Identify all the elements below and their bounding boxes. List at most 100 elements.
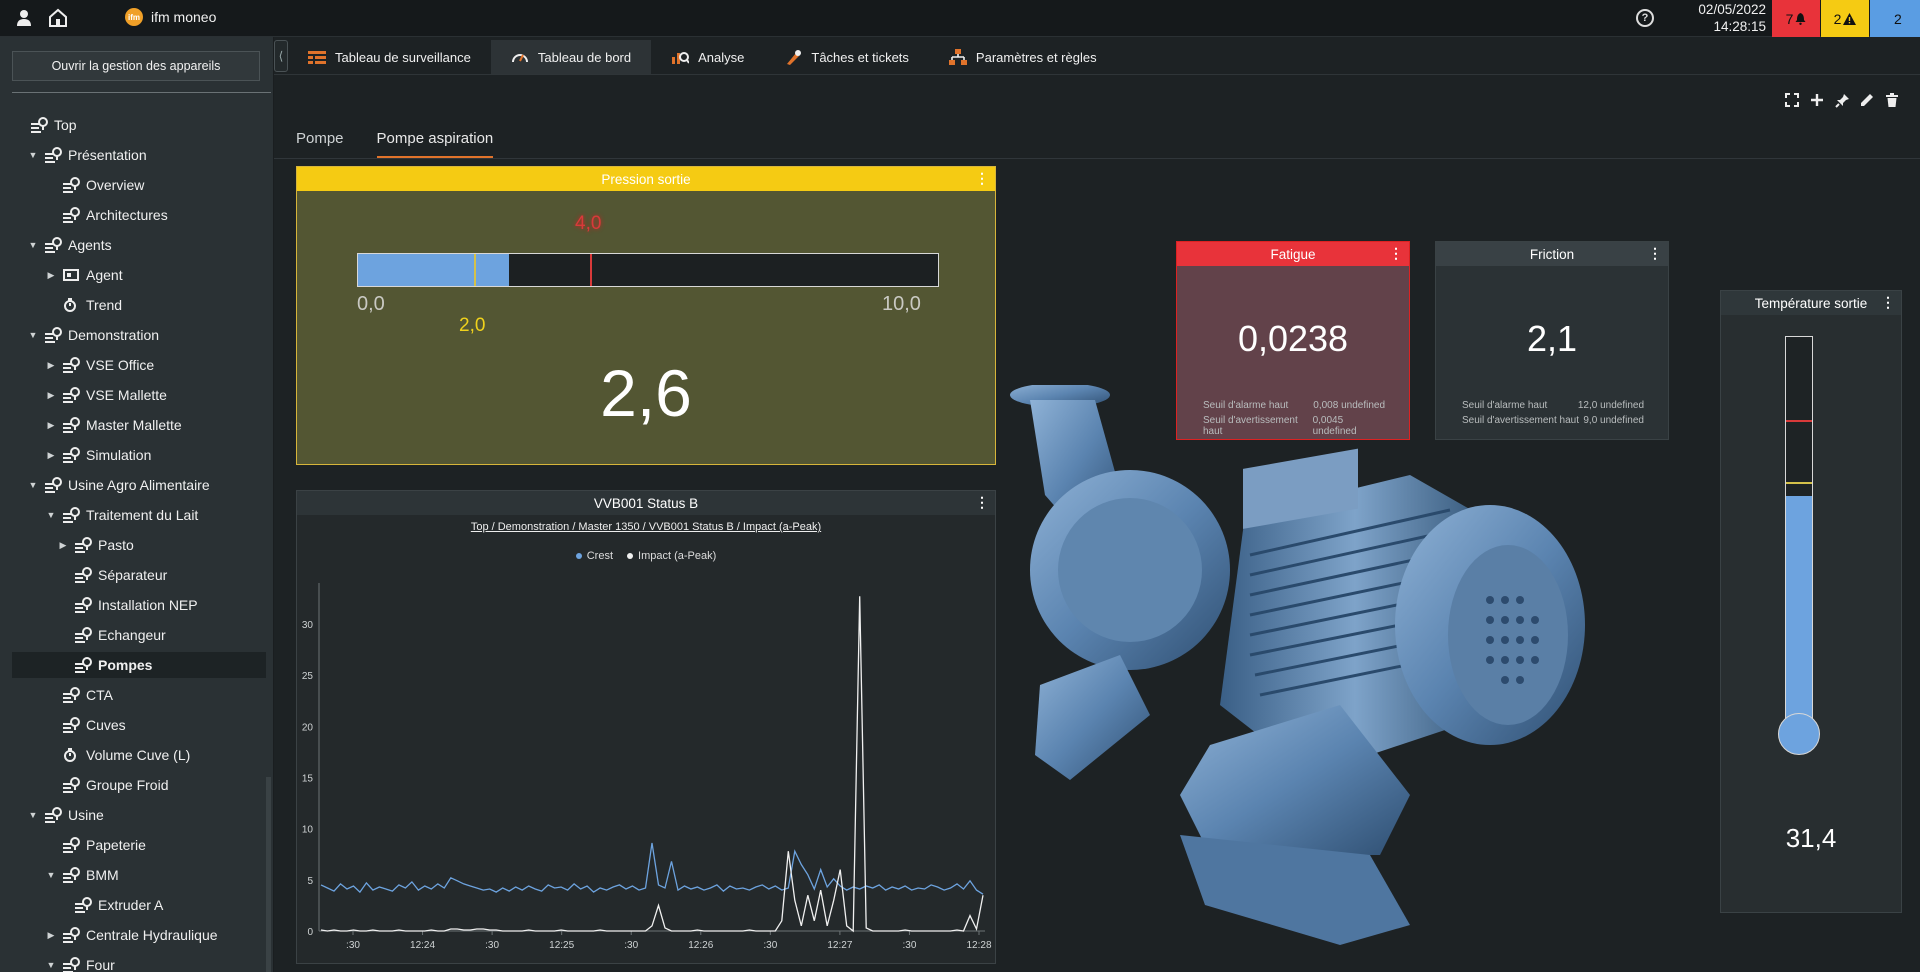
tree-item[interactable]: Volume Cuve (L)	[0, 742, 190, 768]
tree-item[interactable]: ▼ Traitement du Lait	[0, 502, 198, 528]
tree-item[interactable]: CTA	[0, 682, 113, 708]
tree-item[interactable]: ▼ Usine Agro Alimentaire	[0, 472, 210, 498]
subtab-2[interactable]: Pompe aspiration	[376, 130, 494, 158]
tab-label: Paramètres et règles	[975, 49, 1097, 65]
tree-item[interactable]: ▶ Agent	[0, 262, 123, 288]
fatigue-widget[interactable]: Fatigue ⋮ 0,0238 Seuil d'alarme haut 0,0…	[1176, 241, 1410, 440]
collapsed-arrow-icon[interactable]: ▶	[46, 930, 56, 941]
tree-item[interactable]: Installation NEP	[0, 592, 198, 618]
location-node-icon	[63, 867, 80, 883]
tab-param-tres-et-r-gles[interactable]: Paramètres et règles	[929, 40, 1117, 74]
tree-item[interactable]: Echangeur	[0, 622, 166, 648]
tree-item[interactable]: ▼ Four	[0, 952, 115, 972]
widget-menu-icon[interactable]: ⋮	[975, 494, 989, 511]
legend-item-crest[interactable]: Crest	[575, 550, 613, 562]
tree-item[interactable]: Overview	[0, 172, 144, 198]
widget-menu-icon[interactable]: ⋮	[1881, 294, 1895, 311]
widget-header: Température sortie ⋮	[1721, 291, 1901, 315]
location-node-icon	[63, 447, 80, 463]
expanded-arrow-icon[interactable]: ▼	[46, 870, 56, 880]
tree-item[interactable]: ▼ Présentation	[0, 142, 147, 168]
expanded-arrow-icon[interactable]: ▼	[28, 810, 38, 820]
tree-item[interactable]: ▶ Centrale Hydraulique	[0, 922, 218, 948]
friction-widget[interactable]: Friction ⋮ 2,1 Seuil d'alarme haut 12,0 …	[1435, 241, 1669, 440]
warning-badge[interactable]: 2	[1821, 0, 1869, 37]
legend-item-impact[interactable]: Impact (a-Peak)	[627, 550, 716, 562]
tab-label: Tableau de surveillance	[335, 49, 471, 65]
collapsed-arrow-icon[interactable]: ▶	[46, 270, 56, 281]
info-badge[interactable]: 2	[1870, 0, 1920, 37]
widget-menu-icon[interactable]: ⋮	[1648, 245, 1662, 262]
help-icon[interactable]: ?	[1636, 9, 1654, 27]
expanded-arrow-icon[interactable]: ▼	[28, 240, 38, 250]
user-icon[interactable]	[14, 8, 34, 28]
tree-item-label: Présentation	[68, 147, 147, 163]
plus-icon[interactable]	[1809, 92, 1825, 108]
chart-source-path[interactable]: Top / Demonstration / Master 1350 / VVB0…	[297, 521, 995, 533]
expanded-arrow-icon[interactable]: ▼	[28, 480, 38, 490]
y-tick-label: 15	[302, 773, 314, 784]
collapsed-arrow-icon[interactable]: ▶	[46, 420, 56, 431]
device-management-button[interactable]: Ouvrir la gestion des appareils	[12, 51, 260, 81]
tree-item[interactable]: Extruder A	[0, 892, 163, 918]
location-node-icon	[75, 537, 92, 553]
location-node-icon	[63, 927, 80, 943]
tree-item[interactable]: ▼ Demonstration	[0, 322, 159, 348]
agent-icon	[63, 269, 79, 281]
location-node-icon	[63, 837, 80, 853]
temperature-widget[interactable]: Température sortie ⋮ 31,4	[1720, 290, 1902, 913]
collapsed-arrow-icon[interactable]: ▶	[46, 360, 56, 371]
y-tick-label: 20	[302, 722, 314, 733]
widget-menu-icon[interactable]: ⋮	[1389, 245, 1403, 262]
pin-icon[interactable]	[1834, 92, 1850, 108]
widget-menu-icon[interactable]: ⋮	[975, 170, 989, 187]
tree-item[interactable]: Cuves	[0, 712, 126, 738]
x-tick-label: 12:28	[966, 940, 991, 951]
tree-item[interactable]: ▼ Usine	[0, 802, 104, 828]
tab-analyse[interactable]: Analyse	[651, 40, 764, 74]
tree-item[interactable]: ▶ VSE Mallette	[0, 382, 167, 408]
fullscreen-icon[interactable]	[1784, 92, 1800, 108]
sidebar-scrollbar[interactable]	[266, 777, 271, 972]
tree-item[interactable]: Papeterie	[0, 832, 146, 858]
tree-item[interactable]: ▼ BMM	[0, 862, 119, 888]
tree-item[interactable]: Pompes	[12, 652, 266, 678]
collapse-sidebar-button[interactable]: ⟨	[274, 40, 288, 72]
expanded-arrow-icon[interactable]: ▼	[46, 960, 56, 970]
tree-item[interactable]: ▶ Master Mallette	[0, 412, 182, 438]
tree-item-label: Master Mallette	[86, 417, 182, 433]
chart-widget[interactable]: VVB001 Status B ⋮ Top / Demonstration / …	[296, 490, 996, 964]
tree-item[interactable]: Top	[0, 112, 77, 138]
expanded-arrow-icon[interactable]: ▼	[28, 330, 38, 340]
collapsed-arrow-icon[interactable]: ▶	[46, 390, 56, 401]
tree-item[interactable]: ▶ Pasto	[0, 532, 134, 558]
threshold-label: Seuil d'alarme haut	[1462, 400, 1548, 411]
threshold-value: 0,008 undefined	[1313, 400, 1385, 411]
tree-item[interactable]: ▶ Simulation	[0, 442, 151, 468]
tree-item[interactable]: Groupe Froid	[0, 772, 168, 798]
home-icon[interactable]	[48, 8, 68, 28]
expanded-arrow-icon[interactable]: ▼	[46, 510, 56, 520]
trash-icon[interactable]	[1884, 92, 1900, 108]
collapsed-arrow-icon[interactable]: ▶	[46, 450, 56, 461]
sidebar: Ouvrir la gestion des appareils Top ▼ Prés…	[0, 37, 274, 972]
tree-item[interactable]: Trend	[0, 292, 122, 318]
pressure-widget[interactable]: Pression sortie ⋮ 0,0 10,0 2,0 4,0 2,6	[296, 166, 996, 465]
tree-item[interactable]: ▼ Agents	[0, 232, 112, 258]
tab-tableau-de-surveillance[interactable]: Tableau de surveillance	[288, 40, 491, 74]
tab-tableau-de-bord[interactable]: Tableau de bord	[490, 40, 652, 74]
line-chart: 0 5 10 15 20 25 30:30 12:24:30 12:25:30 12:26:30 1…	[302, 583, 992, 951]
tree-item[interactable]: Séparateur	[0, 562, 167, 588]
alarm-badge[interactable]: 7	[1772, 0, 1820, 37]
collapsed-arrow-icon[interactable]: ▶	[58, 540, 68, 551]
pencil-icon[interactable]	[1859, 92, 1875, 108]
x-tick-label: 12:27	[827, 940, 852, 951]
location-node-icon	[63, 957, 80, 972]
expanded-arrow-icon[interactable]: ▼	[28, 150, 38, 160]
subtab-1[interactable]: Pompe	[296, 130, 344, 158]
current-time: 14:28:15	[1713, 19, 1766, 34]
tree-item[interactable]: Architectures	[0, 202, 168, 228]
tab-t-ches-et-tickets[interactable]: Tâches et tickets	[764, 40, 929, 74]
tree-item[interactable]: ▶ VSE Office	[0, 352, 154, 378]
top-bar: ifm ifm moneo ? 02/05/2022 14:28:15 7 2 …	[0, 0, 1920, 37]
